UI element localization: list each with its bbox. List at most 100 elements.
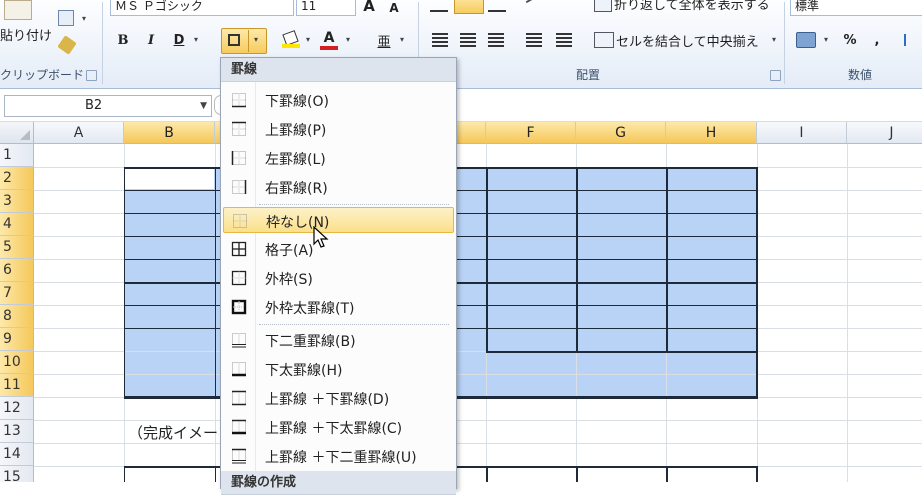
wrap-text-button[interactable]: 折り返して全体を表示する: [614, 0, 770, 13]
phonetic-dropdown-arrow[interactable]: ▾: [400, 35, 404, 44]
menu-item-all-borders[interactable]: 格子(A): [223, 236, 454, 262]
align-center-icon[interactable]: [460, 33, 476, 47]
wrap-text-icon[interactable]: [594, 0, 612, 12]
select-all-corner[interactable]: [0, 122, 34, 144]
alignment-launcher-icon[interactable]: [770, 70, 781, 81]
column-header-i[interactable]: I: [757, 122, 847, 144]
name-box-dropdown-icon[interactable]: ▼: [200, 96, 207, 116]
paste-icon[interactable]: [4, 0, 32, 20]
active-cell-b2[interactable]: [125, 168, 214, 189]
orientation-icon[interactable]: [525, 0, 549, 14]
column-header-j[interactable]: J: [847, 122, 922, 144]
format-painter-icon[interactable]: [57, 35, 77, 55]
fill-color-dropdown-arrow[interactable]: ▾: [306, 35, 310, 44]
column-header-h[interactable]: H: [666, 122, 757, 144]
merge-dropdown-arrow[interactable]: ▾: [772, 35, 776, 44]
row-header-9[interactable]: 9: [0, 328, 34, 351]
menu-item-thick-bottom-border[interactable]: 下太罫線(H): [223, 356, 454, 382]
menu-item-left-border[interactable]: 左罫線(L): [223, 145, 454, 171]
column-header-a[interactable]: A: [34, 122, 124, 144]
decrease-indent-icon[interactable]: [526, 33, 542, 47]
align-bottom-icon[interactable]: [488, 0, 506, 12]
row-header-13[interactable]: 13: [0, 420, 34, 443]
increase-decimal-icon[interactable]: [904, 34, 920, 46]
menu-item-top-double-bottom-border[interactable]: 上罫線 ＋下二重罫線(U): [223, 443, 454, 469]
increase-indent-icon[interactable]: [556, 33, 572, 47]
row-header-15[interactable]: 15: [0, 466, 34, 482]
copy-icon[interactable]: [58, 10, 74, 26]
row-header-1[interactable]: 1: [0, 144, 34, 167]
column-header-f[interactable]: F: [486, 122, 576, 144]
menu-item-label: 外枠太罫線(T): [265, 301, 355, 317]
alignment-group-label: 配置: [576, 68, 601, 82]
italic-button[interactable]: I: [142, 30, 160, 50]
menu-item-top-border[interactable]: 上罫線(P): [223, 116, 454, 142]
grow-font-button[interactable]: A: [360, 0, 378, 16]
menu-item-no-border[interactable]: 枠なし(N): [223, 207, 454, 233]
row-header-14[interactable]: 14: [0, 443, 34, 466]
row-header-10[interactable]: 10: [0, 351, 34, 374]
clipboard-launcher-icon[interactable]: [86, 70, 97, 81]
menu-item-bottom-double-border[interactable]: 下二重罫線(B): [223, 327, 454, 353]
row-header-6[interactable]: 6: [0, 259, 34, 282]
menu-item-label: 右罫線(R): [265, 181, 328, 197]
row-header-7[interactable]: 7: [0, 282, 34, 305]
font-name-combo[interactable]: ＭＳ Ｐゴシック: [110, 0, 294, 16]
menu-item-label: 格子(A): [265, 243, 314, 259]
paste-button[interactable]: 貼り付け: [0, 25, 52, 44]
ribbon: 貼り付け ▾ クリップボード ＭＳ Ｐゴシック 11 A A B I D ▾ ▾…: [0, 0, 922, 89]
border-top-icon: [232, 121, 246, 136]
name-box[interactable]: B2 ▼: [4, 95, 212, 117]
row-header-4[interactable]: 4: [0, 213, 34, 236]
border-double-bottom-icon: [232, 333, 246, 348]
menu-item-top-thick-bottom-border[interactable]: 上罫線 ＋下太罫線(C): [223, 414, 454, 440]
column-header-g[interactable]: G: [576, 122, 666, 144]
number-format-combo[interactable]: 標準: [790, 0, 922, 16]
menu-item-label: 上罫線(P): [265, 123, 327, 139]
shrink-font-button[interactable]: A: [386, 0, 402, 18]
fill-color-icon[interactable]: [282, 30, 300, 48]
row-header-8[interactable]: 8: [0, 305, 34, 328]
menu-item-outside-borders[interactable]: 外枠(S): [223, 265, 454, 291]
phonetic-button[interactable]: 亜: [374, 30, 394, 50]
borders-dropdown-menu: 罫線 下罫線(O) 上罫線(P) 左罫線(L) 右罫線(R) 枠なし(N) 格子…: [220, 57, 457, 495]
font-color-dropdown-arrow[interactable]: ▾: [346, 35, 350, 44]
menu-item-right-border[interactable]: 右罫線(R): [223, 174, 454, 200]
menu-item-bottom-border[interactable]: 下罫線(O): [223, 87, 454, 113]
row-header-11[interactable]: 11: [0, 374, 34, 397]
align-right-icon[interactable]: [488, 33, 504, 47]
percent-button[interactable]: %: [840, 30, 860, 50]
row-header-12[interactable]: 12: [0, 397, 34, 420]
align-left-icon[interactable]: [432, 33, 448, 47]
underline-dropdown-arrow[interactable]: ▾: [194, 35, 198, 44]
menu-item-label: 上罫線 ＋下太罫線(C): [265, 421, 403, 437]
font-color-icon[interactable]: A: [320, 30, 338, 50]
font-size-combo[interactable]: 11: [296, 0, 356, 16]
align-top-icon[interactable]: [430, 0, 448, 12]
mouse-cursor-icon: [313, 226, 329, 248]
cell-b13[interactable]: （完成イメー: [128, 422, 218, 443]
currency-dropdown-arrow[interactable]: ▾: [824, 35, 828, 44]
border-none-icon: [233, 214, 247, 228]
row-header-2[interactable]: 2: [0, 167, 34, 190]
currency-format-icon[interactable]: [796, 32, 816, 48]
borders-button[interactable]: ▾: [221, 28, 267, 54]
merge-center-button[interactable]: セルを結合して中央揃え: [616, 31, 759, 50]
align-middle-icon[interactable]: [454, 0, 484, 14]
copy-dropdown-arrow[interactable]: ▾: [82, 14, 86, 23]
merge-center-icon[interactable]: [594, 32, 614, 48]
border-outside-icon: [231, 270, 247, 286]
column-header-b[interactable]: B: [124, 122, 215, 144]
worksheet-grid[interactable]: A B C D E F G H I J 1 2 3 4 5 6 7 8 9 10…: [0, 122, 922, 482]
borders-dropdown-arrow[interactable]: ▾: [254, 35, 258, 44]
underline-button[interactable]: D: [170, 30, 188, 50]
menu-item-top-bottom-border[interactable]: 上罫線 ＋下罫線(D): [223, 385, 454, 411]
menu-item-label: 左罫線(L): [265, 152, 326, 168]
comma-button[interactable]: ,: [870, 30, 884, 50]
clipboard-group-label: クリップボード: [0, 68, 85, 82]
menu-item-thick-box-border[interactable]: 外枠太罫線(T): [223, 294, 454, 320]
number-group-label: 数値: [848, 68, 873, 82]
row-header-3[interactable]: 3: [0, 190, 34, 213]
bold-button[interactable]: B: [114, 30, 132, 50]
row-header-5[interactable]: 5: [0, 236, 34, 259]
